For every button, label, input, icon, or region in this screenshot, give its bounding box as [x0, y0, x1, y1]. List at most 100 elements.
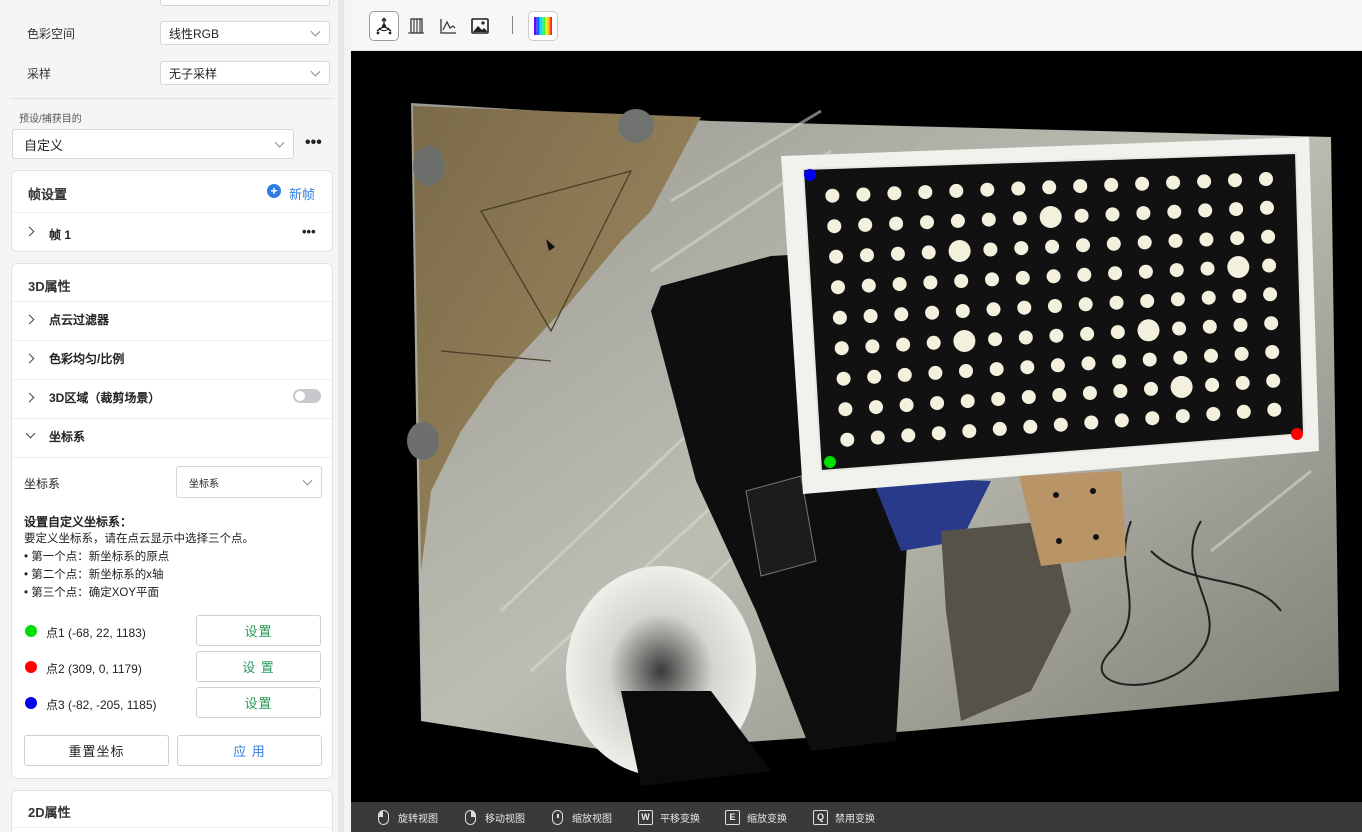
graph-icon — [440, 19, 456, 34]
hint-rotate-label: 旋转视图 — [398, 813, 438, 825]
calibration-dot — [1201, 290, 1216, 305]
calibration-dot — [1014, 241, 1029, 256]
mount-hole — [1093, 534, 1099, 540]
point-3-marker[interactable] — [804, 169, 816, 181]
calibration-dot — [1021, 390, 1036, 404]
image-icon — [471, 18, 489, 34]
calibration-dot — [863, 309, 878, 323]
frame-more-icon[interactable]: ••• — [302, 224, 316, 239]
set-point-2-button[interactable]: 设 置 — [196, 651, 321, 682]
calibration-dot — [1230, 231, 1245, 246]
coord-select[interactable]: 坐标系 — [176, 466, 322, 498]
rubber-foot — [413, 146, 445, 186]
point-2-label: 点2 (309, 0, 1179) — [46, 662, 142, 676]
image-button[interactable] — [465, 11, 495, 41]
calibration-dot — [1074, 208, 1089, 223]
hint-translate-label: 平移变换 — [660, 813, 700, 825]
hint-translate: W 平移变换 — [638, 808, 700, 826]
point-1-marker[interactable] — [824, 456, 836, 468]
new-frame-button[interactable]: 新帧 — [289, 184, 315, 203]
hint-scale: E 缩放变换 — [725, 808, 787, 826]
calibration-dot — [1266, 373, 1281, 388]
chevron-right-icon[interactable] — [24, 353, 35, 364]
calibration-dot — [1197, 174, 1212, 189]
sampling-select[interactable]: 无子采样 — [160, 61, 330, 85]
coord-system-item[interactable]: 坐标系 — [49, 428, 85, 445]
calibration-dot — [989, 362, 1004, 377]
calibration-dot — [1114, 413, 1129, 428]
sampling-label: 采样 — [27, 67, 52, 81]
calibration-dot — [867, 369, 882, 384]
preset-more-icon[interactable]: ••• — [305, 134, 322, 152]
calibration-dot — [1046, 269, 1061, 284]
calibration-dot — [954, 274, 969, 288]
point-cloud-view-button[interactable] — [369, 11, 399, 41]
apply-button[interactable]: 应 用 — [177, 735, 322, 766]
graph-button[interactable] — [433, 11, 463, 41]
left-panel-scrollbar[interactable] — [338, 0, 344, 832]
calibration-dot — [1232, 289, 1247, 303]
color-space-select[interactable]: 线性RGB — [160, 21, 330, 45]
calibration-dot — [986, 302, 1001, 317]
calibration-dot — [983, 242, 998, 257]
color-balance-item[interactable]: 色彩均匀/比例 — [49, 350, 124, 367]
calibration-dot — [1018, 330, 1033, 345]
depth-map-button[interactable] — [401, 11, 431, 41]
calibration-dot — [1112, 354, 1127, 369]
chevron-right-icon[interactable] — [24, 226, 35, 237]
roi-crop-item[interactable]: 3D区域（裁剪场景） — [49, 389, 160, 406]
calibration-dot — [829, 249, 844, 264]
calibration-dot — [887, 186, 902, 201]
roi-toggle[interactable] — [293, 389, 321, 403]
chevron-down-icon[interactable] — [25, 428, 36, 439]
divider — [12, 212, 332, 213]
calibration-dot — [1052, 388, 1067, 402]
calibration-dot — [1053, 417, 1068, 432]
calibration-dot — [1110, 325, 1125, 340]
calibration-dot — [1263, 287, 1278, 302]
point-cloud-render[interactable] — [351, 51, 1362, 802]
point-cloud-viewport[interactable] — [351, 51, 1362, 802]
calibration-dot — [931, 426, 946, 441]
point-1-label: 点1 (-68, 22, 1183) — [46, 626, 146, 640]
calibration-dot — [840, 432, 855, 447]
calibration-dot — [1229, 202, 1244, 217]
calibration-dot — [1045, 239, 1060, 254]
reset-coord-button[interactable]: 重置坐标 — [24, 735, 169, 766]
rubber-foot — [618, 109, 654, 143]
props3d-card: 3D属性 点云过滤器 色彩均匀/比例 3D区域（裁剪场景） 坐标系 坐标系 坐标… — [11, 263, 333, 779]
point-2-marker[interactable] — [1291, 428, 1303, 440]
divider — [12, 827, 332, 828]
calibration-dot — [1012, 211, 1027, 226]
point-cloud-filter-item[interactable]: 点云过滤器 — [49, 311, 109, 328]
chevron-down-icon — [274, 137, 285, 148]
viewer-toolbar — [351, 0, 1362, 51]
divider — [10, 98, 334, 99]
hint-move: 移动视图 — [465, 808, 525, 826]
calibration-dot — [1170, 292, 1185, 307]
chevron-right-icon[interactable] — [24, 314, 35, 325]
colormap-button[interactable] — [528, 11, 558, 41]
calibration-dot — [955, 304, 970, 318]
calibration-dot — [1104, 177, 1119, 192]
calibration-dot — [831, 280, 845, 295]
hint-rotate: 旋转视图 — [378, 808, 438, 826]
calibration-dot — [1267, 402, 1282, 417]
frame-item-label[interactable]: 帧 1 — [49, 226, 71, 243]
chevron-right-icon[interactable] — [24, 392, 35, 403]
chevron-down-icon — [310, 66, 321, 77]
coord-select-value: 坐标系 — [189, 478, 219, 490]
calibration-dot — [832, 310, 847, 325]
calibration-dot — [1039, 206, 1062, 228]
calibration-dot — [1080, 326, 1095, 341]
preset-select[interactable]: 自定义 — [12, 129, 294, 159]
point-cloud-view-icon — [376, 17, 392, 35]
calibration-dot — [1259, 172, 1273, 186]
point-3-label: 点3 (-82, -205, 1185) — [46, 698, 157, 712]
calibration-dot — [1017, 300, 1032, 315]
set-point-3-button[interactable]: 设置 — [196, 687, 321, 718]
prev-select[interactable] — [160, 0, 330, 6]
add-circle-icon[interactable]: + — [267, 184, 281, 198]
set-point-1-button[interactable]: 设置 — [196, 615, 321, 646]
hint-zoom: 缩放视图 — [552, 808, 612, 826]
